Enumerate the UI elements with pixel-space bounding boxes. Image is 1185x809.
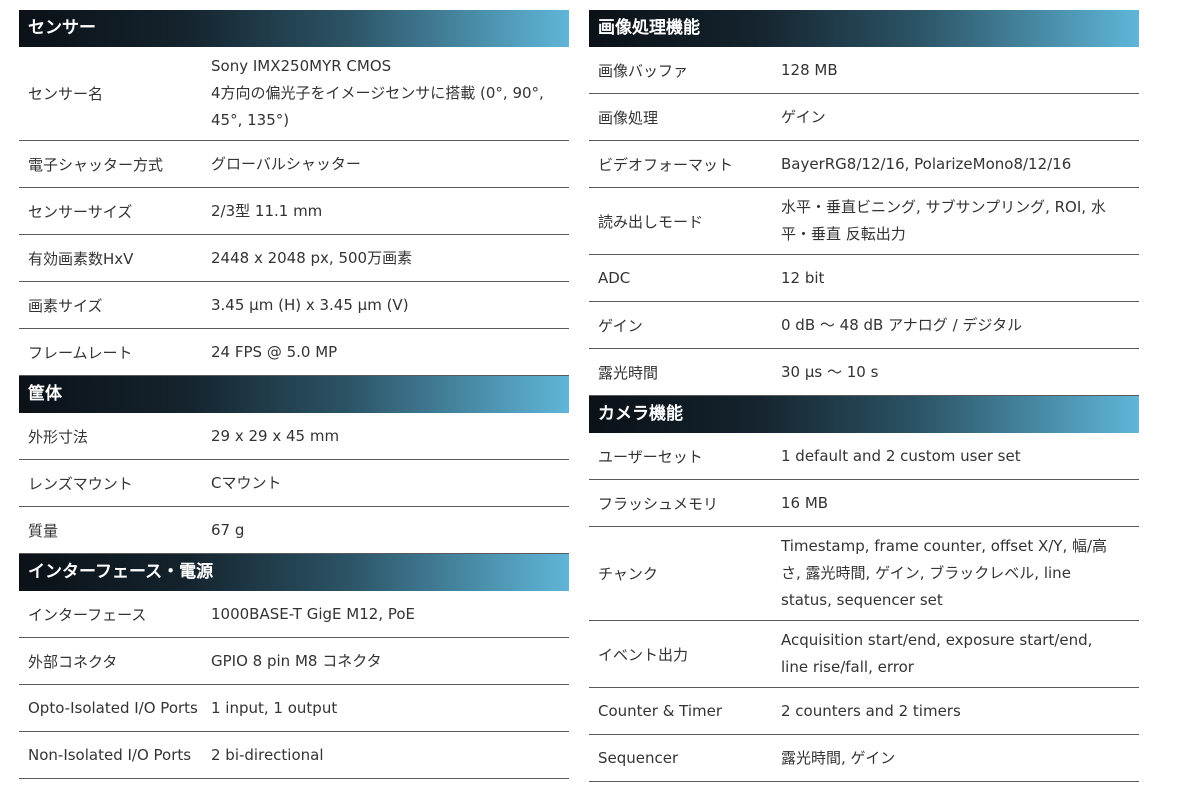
spec-row: イベント出力 Acquisition start/end, exposure st…	[589, 621, 1139, 688]
spec-row: センサーサイズ 2/3型 11.1 mm	[19, 188, 569, 235]
spec-row: センサー名 Sony IMX250MYR CMOS 4方向の偏光子をイメージセンサ…	[19, 47, 569, 141]
spec-label: Non-Isolated I/O Ports	[28, 746, 192, 764]
spec-label: Counter & Timer	[598, 702, 723, 720]
spec-label: 露光時間	[598, 363, 659, 382]
spec-row: ユーザーセット 1 default and 2 custom user set	[589, 433, 1139, 480]
spec-row: 外部コネクタ GPIO 8 pin M8 コネクタ	[19, 638, 569, 685]
spec-value: Cマウント	[211, 473, 282, 492]
section-header: インターフェース・電源	[19, 554, 569, 591]
spec-label: センサー名	[28, 85, 104, 103]
spec-value: 1 input, 1 output	[211, 698, 338, 717]
spec-section: 筐体外形寸法 29 x 29 x 45 mm レンズマウント Cマウント質量 67 g	[19, 376, 569, 554]
spec-label: フラッシュメモリ	[598, 494, 719, 513]
right-spec-column: 画像処理機能 画像バッファ 128 MB 画像処理 ゲイン ビデオフォーマット BayerR…	[589, 10, 1139, 782]
section-header: 筐体	[19, 376, 569, 413]
spec-row: Non-Isolated I/O Ports 2 bi-directional	[19, 732, 569, 779]
spec-label: イベント出力	[598, 645, 689, 664]
spec-section: カメラ機能ユーザーセット 1 default and 2 custom user …	[589, 396, 1139, 782]
spec-value: Timestamp, frame counter, offset X/Y, 幅/…	[781, 537, 1108, 609]
spec-value: 1000BASE-T GigE M12, PoE	[211, 604, 415, 623]
section-header: 画像処理機能	[589, 10, 1139, 47]
spec-row: レンズマウント Cマウント	[19, 460, 569, 507]
spec-row: 外形寸法 29 x 29 x 45 mm	[19, 413, 569, 460]
spec-label: ビデオフォーマット	[598, 155, 734, 174]
spec-value: 1 default and 2 custom user set	[781, 446, 1021, 465]
spec-section: センサーセンサー名 Sony IMX250MYR CMOS 4方向の偏光子をイメー…	[19, 10, 569, 376]
spec-value: 24 FPS @ 5.0 MP	[211, 342, 338, 361]
spec-row: ビデオフォーマット BayerRG8/12/16, PolarizeMono8/1…	[589, 141, 1139, 188]
spec-row: Counter & Timer 2 counters and 2 timers	[589, 688, 1139, 735]
spec-label: 画像処理	[598, 108, 659, 127]
spec-value: Sony IMX250MYR CMOS 4方向の偏光子をイメージセンサに搭載 (…	[211, 57, 544, 129]
spec-label: レンズマウント	[28, 474, 133, 493]
spec-row: ADC 12 bit	[589, 255, 1139, 302]
section-header: カメラ機能	[589, 396, 1139, 433]
spec-label: 外部コネクタ	[28, 652, 118, 671]
spec-value: 29 x 29 x 45 mm	[211, 426, 340, 445]
spec-row: 読み出しモード 水平・垂直ビニング, サブサンプリング, ROI, 水 平・垂直 …	[589, 188, 1139, 255]
spec-section: インターフェース・電源インターフェース 1000BASE-T GigE M12, …	[19, 554, 569, 779]
spec-value: 2/3型 11.1 mm	[211, 201, 323, 220]
spec-label: 外形寸法	[28, 427, 89, 446]
spec-label: Opto-Isolated I/O Ports	[28, 699, 198, 717]
spec-value: 3.45 µm (H) x 3.45 µm (V)	[211, 295, 409, 314]
spec-value: 水平・垂直ビニング, サブサンプリング, ROI, 水 平・垂直 反転出力	[781, 198, 1106, 243]
spec-value: 16 MB	[781, 493, 829, 512]
spec-value: 30 µs ～ 10 s	[781, 362, 879, 381]
spec-label: ADC	[598, 269, 631, 287]
spec-row: 画素サイズ 3.45 µm (H) x 3.45 µm (V)	[19, 282, 569, 329]
spec-row: 有効画素数HxV 2448 x 2048 px, 500万画素	[19, 235, 569, 282]
spec-label: センサーサイズ	[28, 202, 133, 221]
spec-row: 画像処理 ゲイン	[589, 94, 1139, 141]
spec-label: インターフェース	[28, 605, 147, 624]
spec-row: チャンク Timestamp, frame counter, offset X/Y…	[589, 527, 1139, 621]
spec-label: 電子シャッター方式	[28, 155, 164, 174]
spec-row: Sequencer 露光時間, ゲイン	[589, 735, 1139, 782]
spec-label: Sequencer	[598, 749, 679, 767]
spec-label: 読み出しモード	[598, 212, 704, 231]
spec-row: Opto-Isolated I/O Ports 1 input, 1 output	[19, 685, 569, 732]
spec-row: 画像バッファ 128 MB	[589, 47, 1139, 94]
spec-label: ゲイン	[598, 316, 643, 335]
spec-value: 2 bi-directional	[211, 745, 324, 764]
spec-row: 露光時間 30 µs ～ 10 s	[589, 349, 1139, 396]
spec-value: GPIO 8 pin M8 コネクタ	[211, 651, 382, 670]
spec-label: ユーザーセット	[598, 447, 703, 466]
section-header: センサー	[19, 10, 569, 47]
spec-label: 画像バッファ	[598, 61, 689, 80]
spec-value: 露光時間, ゲイン	[781, 748, 896, 767]
spec-value: 67 g	[211, 520, 245, 539]
spec-value: Acquisition start/end, exposure start/en…	[781, 631, 1093, 676]
spec-value: 2448 x 2048 px, 500万画素	[211, 248, 413, 267]
spec-row: 質量 67 g	[19, 507, 569, 554]
spec-row: ゲイン 0 dB ～ 48 dB アナログ / デジタル	[589, 302, 1139, 349]
spec-value: グローバルシャッター	[211, 154, 361, 173]
spec-label: フレームレート	[28, 343, 133, 362]
spec-row: フレームレート 24 FPS @ 5.0 MP	[19, 329, 569, 376]
spec-value: 2 counters and 2 timers	[781, 701, 961, 720]
spec-value: BayerRG8/12/16, PolarizeMono8/12/16	[781, 154, 1072, 173]
spec-row: 電子シャッター方式 グローバルシャッター	[19, 141, 569, 188]
spec-value: 0 dB ～ 48 dB アナログ / デジタル	[781, 315, 1023, 334]
spec-row: インターフェース 1000BASE-T GigE M12, PoE	[19, 591, 569, 638]
spec-value: 128 MB	[781, 60, 838, 79]
spec-value: ゲイン	[781, 107, 826, 126]
spec-label: チャンク	[598, 565, 658, 583]
spec-label: 質量	[28, 521, 59, 540]
spec-value: 12 bit	[781, 268, 825, 287]
left-spec-column: センサーセンサー名 Sony IMX250MYR CMOS 4方向の偏光子をイメー…	[19, 10, 569, 779]
spec-row: フラッシュメモリ 16 MB	[589, 480, 1139, 527]
spec-label: 画素サイズ	[28, 296, 103, 315]
spec-label: 有効画素数HxV	[28, 249, 134, 268]
spec-section: 画像処理機能 画像バッファ 128 MB 画像処理 ゲイン ビデオフォーマット BayerR…	[589, 10, 1139, 396]
